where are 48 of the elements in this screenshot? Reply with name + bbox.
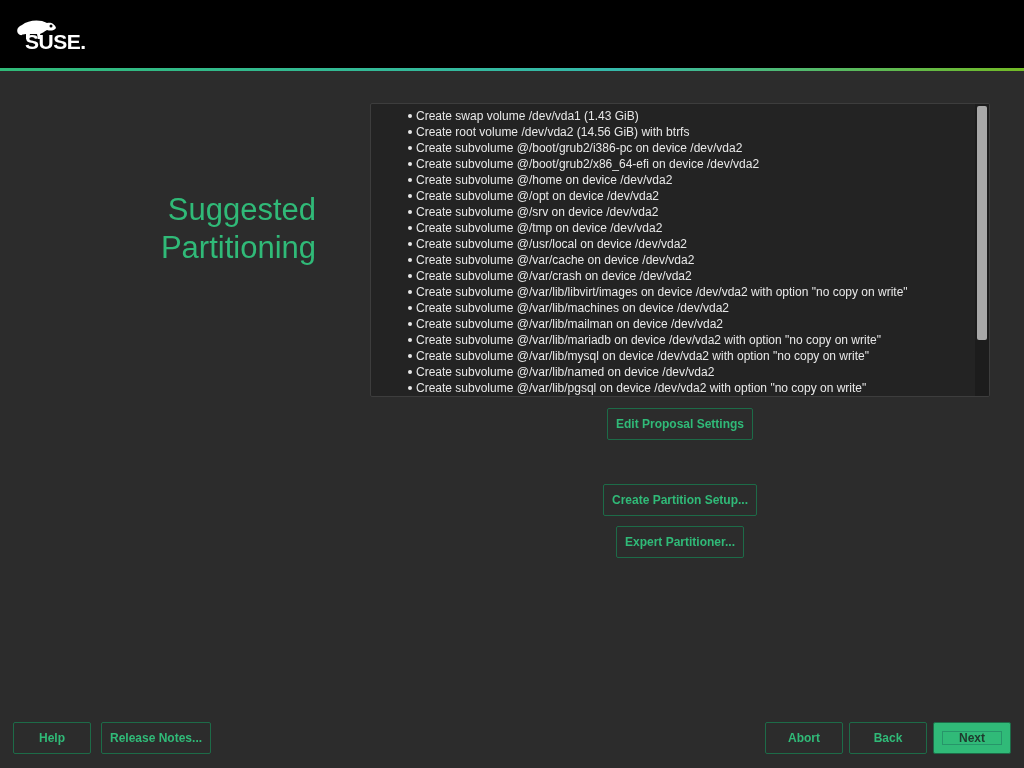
proposal-item: Create subvolume @/var/cache on device /dev/vda2: [416, 253, 695, 267]
proposal-item: Create subvolume @/var/lib/libvirt/images on device /dev/vda2 with option "no copy on write": [416, 285, 908, 299]
bullet-icon: [408, 162, 412, 166]
next-button[interactable]: Next: [933, 722, 1011, 754]
bullet-icon: [408, 354, 412, 358]
proposal-item: Create subvolume @/var/lib/mysql on device /dev/vda2 with option "no copy on write": [416, 349, 869, 363]
proposal-item: Create subvolume @/usr/local on device /dev/vda2: [416, 237, 687, 251]
proposal-item: Create subvolume @/boot/grub2/x86_64-efi on device /dev/vda2: [416, 157, 760, 171]
footer-button[interactable]: Release Notes...: [101, 722, 212, 754]
edit-settings-button[interactable]: Edit Proposal Settings: [607, 408, 753, 440]
proposal-item: Create subvolume @/tmp on device /dev/vda2: [416, 221, 663, 235]
bullet-icon: [408, 370, 412, 374]
scrollbar-thumb[interactable]: [977, 106, 987, 340]
footer-button[interactable]: Help: [13, 722, 91, 754]
bullet-icon: [408, 210, 412, 214]
bullet-icon: [408, 194, 412, 198]
footer-button[interactable]: Abort: [765, 722, 843, 754]
partition-button[interactable]: Create Partition Setup...: [603, 484, 757, 516]
proposal-item: Create subvolume @/var/lib/mariadb on device /dev/vda2 with option "no copy on write": [416, 333, 881, 347]
bullet-icon: [408, 274, 412, 278]
bullet-icon: [408, 306, 412, 310]
proposal-item: Create subvolume @/opt on device /dev/vda2: [416, 189, 659, 203]
proposal-item: Create swap volume /dev/vda1 (1.43 GiB): [416, 109, 639, 123]
proposal-item: Create subvolume @/srv on device /dev/vda2: [416, 205, 659, 219]
bullet-icon: [408, 290, 412, 294]
proposal-item: Create subvolume @/var/lib/named on device /dev/vda2: [416, 365, 715, 379]
logo-text: SUSE.: [25, 30, 86, 52]
bullet-icon: [408, 130, 412, 134]
footer-button[interactable]: Back: [849, 722, 927, 754]
bullet-icon: [408, 226, 412, 230]
bullet-icon: [408, 242, 412, 246]
proposal-item: Create subvolume @/var/lib/pgsql on device /dev/vda2 with option "no copy on write": [416, 381, 867, 395]
proposal-item: Create subvolume @/var/lib/mailman on device /dev/vda2: [416, 317, 723, 331]
bullet-icon: [408, 338, 412, 342]
bullet-icon: [408, 114, 412, 118]
partition-button[interactable]: Expert Partitioner...: [615, 526, 744, 558]
scrollbar[interactable]: [975, 104, 989, 396]
page-title: Suggested Partitioning: [160, 191, 316, 267]
bullet-icon: [408, 178, 412, 182]
proposal-item: Create subvolume @/var/crash on device /dev/vda2: [416, 269, 692, 283]
bullet-icon: [408, 146, 412, 150]
proposal-item: Create subvolume @/var/lib/machines on device /dev/vda2: [416, 301, 729, 315]
bullet-icon: [408, 258, 412, 262]
proposal-item: Create subvolume @/home on device /dev/vda2: [416, 173, 673, 187]
bullet-icon: [408, 386, 412, 390]
proposal-item: Create subvolume @/boot/grub2/i386-pc on device /dev/vda2: [416, 141, 743, 155]
bullet-icon: [408, 322, 412, 326]
proposal-item: Create root volume /dev/vda2 (14.56 GiB) with btrfs: [416, 125, 690, 139]
